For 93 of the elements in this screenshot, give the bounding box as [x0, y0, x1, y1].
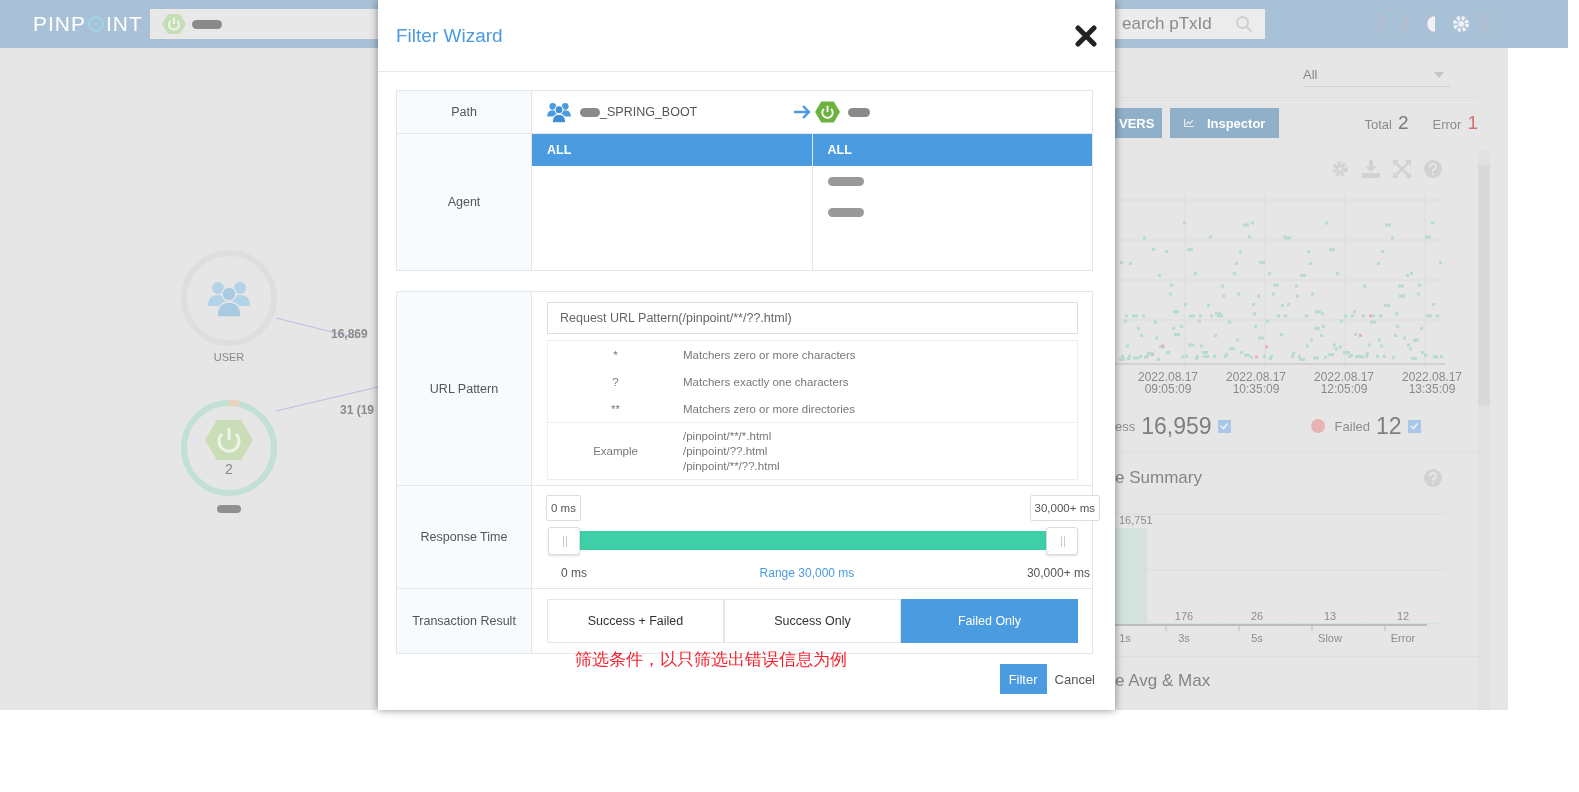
- caret-icon: [1434, 71, 1444, 78]
- axis-label: Slow: [1318, 632, 1342, 644]
- row-label: Transaction Result: [397, 589, 532, 653]
- redacted-mark: [827, 177, 864, 186]
- annotation-text: 筛选条件，以只筛选出错误信息为例: [575, 648, 848, 670]
- spring-icon: [815, 100, 840, 124]
- bar-value: 176: [1174, 610, 1194, 622]
- arrow-icon: [793, 105, 811, 119]
- legend-label: Failed: [1334, 418, 1370, 434]
- application-node[interactable]: 2: [181, 400, 277, 496]
- gear-icon[interactable]: [1451, 14, 1471, 34]
- example-pattern: /pinpoint/??.html: [683, 443, 769, 459]
- pattern-symbol: **: [610, 402, 621, 415]
- redacted-mark: [192, 19, 222, 29]
- section-title: e Summary: [1115, 468, 1202, 488]
- row-label: Agent: [397, 134, 532, 270]
- agent-list-item[interactable]: ALL: [812, 134, 1092, 166]
- example-pattern: /pinpoint/**/*.html: [683, 428, 773, 444]
- redacted-mark: [827, 208, 864, 217]
- scrollbar[interactable]: [1478, 150, 1490, 710]
- redacted-mark: [848, 107, 870, 117]
- checkbox[interactable]: [1217, 419, 1231, 433]
- redacted-mark: [580, 107, 600, 117]
- filter-dropdown[interactable]: All: [1303, 67, 1450, 87]
- result-option[interactable]: Success + Failed: [547, 599, 724, 643]
- bar-value: 26: [1250, 610, 1264, 622]
- slider-handle[interactable]: [548, 527, 580, 555]
- axis-label: 5s: [1251, 632, 1263, 644]
- users-icon: [546, 100, 572, 124]
- axis-label: 2022.08.17: [1225, 371, 1287, 383]
- range-max-label: 30,000+ ms: [1026, 566, 1090, 580]
- result-option[interactable]: Success Only: [724, 599, 901, 643]
- user-node[interactable]: [181, 250, 277, 346]
- axis-label: 2022.08.17: [1401, 371, 1463, 383]
- edge-label: 31 (19: [340, 403, 375, 417]
- search-icon: [1235, 15, 1253, 33]
- pattern-symbol: ?: [611, 375, 620, 388]
- range-slider[interactable]: [548, 527, 1078, 555]
- total-label: Total: [1364, 117, 1392, 132]
- axis-label: 10:35:09: [1232, 383, 1280, 395]
- slider-value: 0 ms: [546, 495, 581, 521]
- legend-label: ess: [1115, 418, 1136, 434]
- chart-icon: [1184, 116, 1195, 130]
- toolbar-button[interactable]: VERS: [1115, 108, 1163, 138]
- section-title: e Avg & Max: [1115, 671, 1211, 691]
- axis-label: 2022.08.17: [1313, 371, 1375, 383]
- bar-value: 16,751: [1119, 514, 1153, 526]
- row-label: Path: [397, 91, 532, 134]
- axis-label: Error: [1390, 632, 1416, 644]
- range-min-label: 0 ms: [561, 566, 587, 580]
- bar-value: 13: [1323, 610, 1337, 622]
- filter-button[interactable]: Filter: [999, 664, 1047, 694]
- axis-label: 3s: [1178, 632, 1190, 644]
- pattern-description: Matchers exactly one characters: [683, 375, 850, 388]
- status-dot: [1310, 419, 1325, 433]
- row-label: URL Pattern: [397, 292, 532, 486]
- spring-icon: [162, 13, 186, 35]
- close-icon[interactable]: [1075, 24, 1097, 47]
- axis-label: 12:05:09: [1320, 383, 1368, 395]
- spring-icon: [205, 419, 253, 461]
- axis-label: 13:35:09: [1408, 383, 1456, 395]
- legend-count: 16,959: [1141, 412, 1212, 440]
- node-label: USER: [213, 351, 245, 363]
- total-value: 1: [1467, 112, 1478, 134]
- axis-label: 09:05:09: [1144, 383, 1192, 395]
- total-label: Error: [1432, 117, 1462, 132]
- legend-count: 12: [1376, 412, 1402, 440]
- row-label: Response Time: [397, 486, 532, 589]
- example-label: Example: [592, 445, 639, 457]
- instance-count: 2: [225, 461, 233, 477]
- toolbar-button[interactable]: Inspector: [1170, 108, 1280, 138]
- checkbox[interactable]: [1407, 419, 1421, 433]
- slider-handle[interactable]: [1046, 527, 1078, 555]
- pattern-symbol: *: [612, 348, 619, 361]
- example-pattern: /pinpoint/**/??.html: [683, 458, 781, 474]
- cancel-button[interactable]: Cancel: [1054, 671, 1095, 687]
- redacted-mark: [217, 505, 241, 513]
- logo-text: PINP: [33, 12, 86, 36]
- url-pattern-field[interactable]: Request URL Pattern(/pinpoint/**/??.html): [547, 302, 1078, 334]
- logo-text: INT: [106, 12, 143, 36]
- pattern-description: Matchers zero or more characters: [683, 348, 857, 361]
- range-label: Range 30,000 ms: [759, 566, 855, 580]
- agent-list-item[interactable]: ALL: [532, 134, 812, 166]
- axis-label: 1s: [1119, 632, 1131, 644]
- pattern-description: Matchers zero or more directories: [683, 402, 856, 415]
- slider-value: 30,000+ ms: [1029, 495, 1100, 521]
- result-option[interactable]: Failed Only: [901, 599, 1078, 643]
- total-value: 2: [1397, 112, 1409, 134]
- edge-label: 16,869: [331, 327, 368, 341]
- dialog-title: Filter Wizard: [396, 24, 503, 47]
- application-name: _SPRING_BOOT: [600, 105, 698, 119]
- bar-value: 12: [1396, 610, 1410, 622]
- axis-label: 2022.08.17: [1137, 371, 1199, 383]
